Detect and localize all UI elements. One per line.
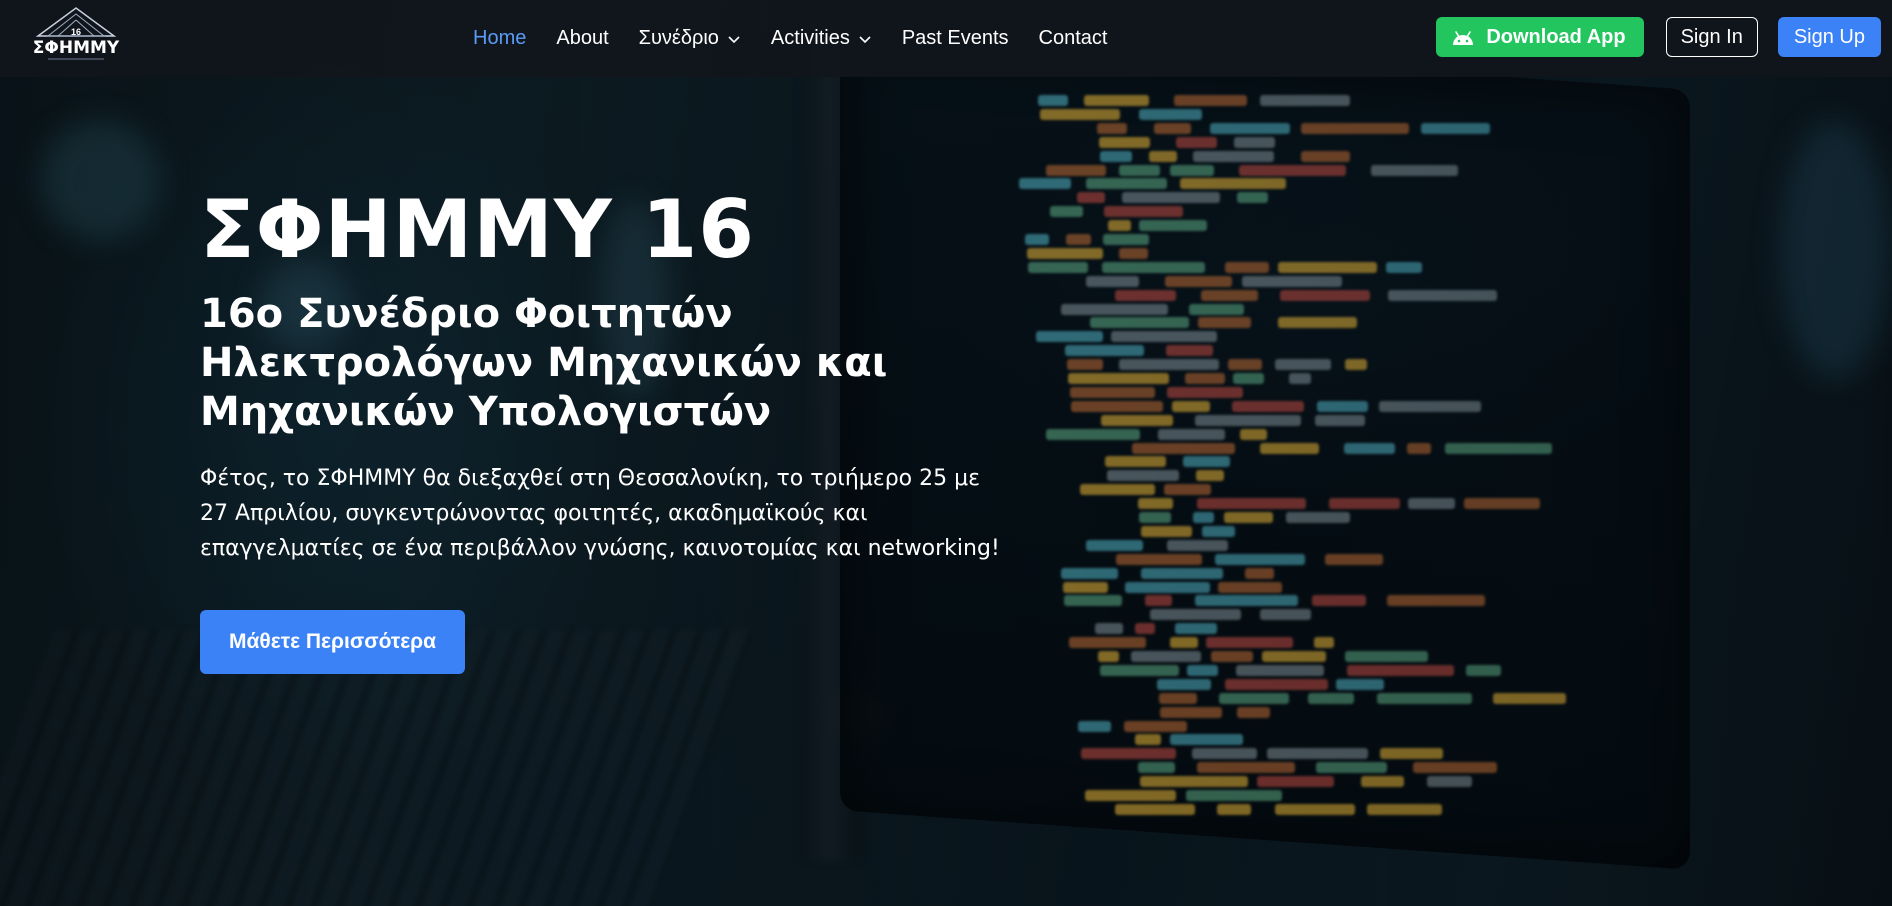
learn-more-label: Μάθετε Περισσότερα: [229, 630, 437, 653]
nav-item-label: Home: [473, 27, 527, 49]
sign-in-label: Sign In: [1680, 25, 1743, 48]
site-logo[interactable]: 16 ΣΦΗΜΜΥ: [28, 6, 124, 68]
sign-up-label: Sign Up: [1793, 25, 1865, 48]
sign-up-button[interactable]: Sign Up: [1777, 17, 1881, 57]
android-icon: [1453, 31, 1474, 45]
logo-number: 16: [71, 27, 81, 37]
nav-item-label: About: [556, 27, 609, 49]
hero-title: ΣΦΗΜΜΥ 16: [200, 183, 755, 276]
chevron-down-icon: [859, 35, 871, 43]
nav-item-label: Past Events: [901, 27, 1009, 49]
page: 16 ΣΦΗΜΜΥ Home About Συνέδριο Activities: [0, 0, 1892, 906]
nav-item-label: Activities: [770, 27, 850, 49]
main-nav: Home About Συνέδριο Activities Past Even…: [473, 0, 1137, 77]
hero-description: Φέτος, το ΣΦΗΜΜΥ θα διεξαχθεί στη Θεσσαλ…: [200, 466, 1000, 561]
download-app-label: Download App: [1486, 25, 1626, 48]
logo-text: ΣΦΗΜΜΥ: [33, 38, 120, 58]
logo-mark: 16 ΣΦΗΜΜΥ: [33, 7, 120, 60]
nav-item-past-events[interactable]: Past Events: [902, 27, 1009, 50]
nav-item-label: Συνέδριο: [638, 27, 719, 49]
nav-item-contact[interactable]: Contact: [1039, 27, 1108, 50]
nav-actions: Download App Sign In Sign Up: [1436, 16, 1881, 58]
hero-content: ΣΦΗΜΜΥ 16 16ο Συνέδριο Φοιτητών Ηλεκτρολ…: [200, 190, 1020, 674]
sign-in-button[interactable]: Sign In: [1665, 17, 1758, 57]
hero-subtitle: 16ο Συνέδριο Φοιτητών Ηλεκτρολόγων Μηχαν…: [200, 291, 888, 435]
nav-item-synedrio[interactable]: Συνέδριο: [639, 27, 741, 50]
nav-item-activities[interactable]: Activities: [771, 27, 872, 50]
download-app-button[interactable]: Download App: [1436, 17, 1644, 57]
navbar: 16 ΣΦΗΜΜΥ Home About Συνέδριο Activities: [0, 0, 1892, 77]
nav-item-label: Contact: [1038, 27, 1108, 49]
chevron-down-icon: [728, 35, 740, 43]
learn-more-button[interactable]: Μάθετε Περισσότερα: [200, 610, 466, 674]
nav-item-home[interactable]: Home: [473, 27, 526, 50]
nav-item-about[interactable]: About: [556, 27, 608, 50]
